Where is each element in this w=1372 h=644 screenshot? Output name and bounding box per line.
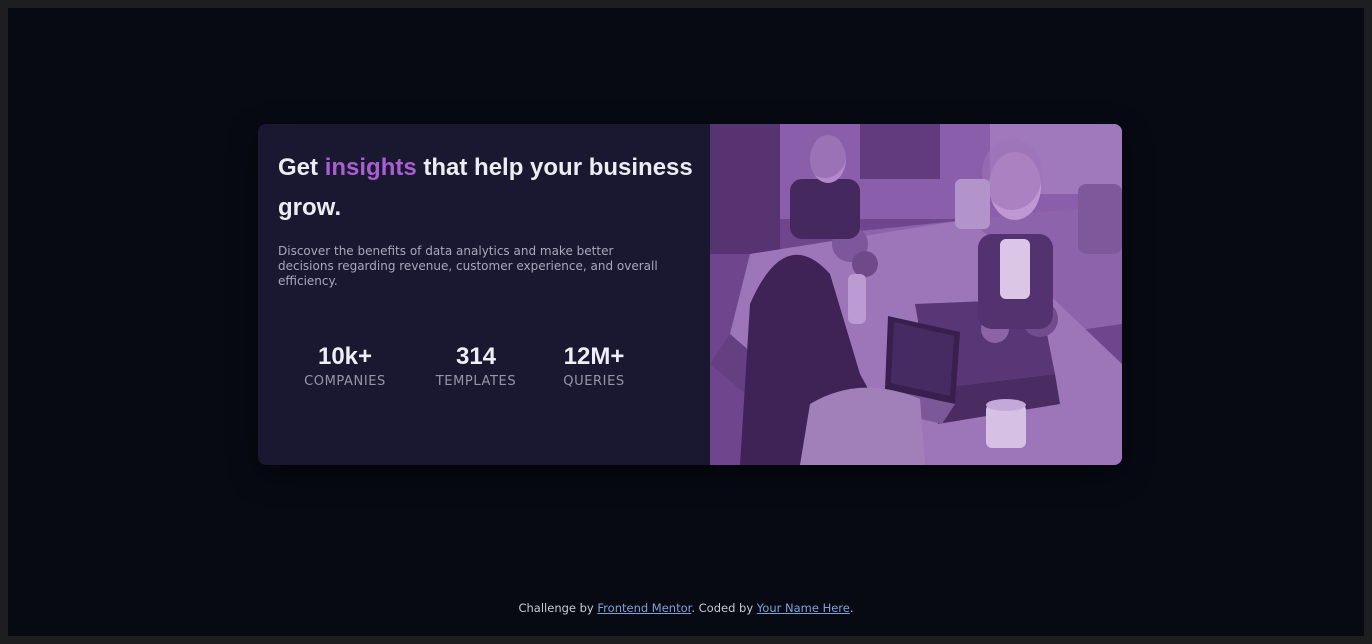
stat-value: 314 (455, 343, 497, 370)
stat-label: TEMPLATES (435, 374, 517, 389)
footer-suffix: . (849, 601, 854, 615)
frontend-mentor-link[interactable]: Frontend Mentor (597, 601, 691, 615)
card-description: Discover the benefits of data analytics … (278, 244, 658, 288)
footer-middle: . Coded by (691, 601, 757, 615)
stat-companies: 10k+ COMPANIES (299, 342, 391, 390)
stat-value: 12M+ (563, 343, 625, 370)
stats-preview-card: Get insights that help your business gro… (258, 124, 1122, 465)
headline-prefix: Get (278, 154, 325, 181)
card-text-panel: Get insights that help your business gro… (258, 124, 710, 465)
headline-accent: insights (324, 154, 417, 181)
stat-templates: 314 TEMPLATES (430, 342, 522, 390)
stat-label: COMPANIES (304, 374, 386, 389)
stats-row: 10k+ COMPANIES 314 TEMPLATES 12M+ QUERIE… (258, 342, 710, 402)
page-background: Get insights that help your business gro… (8, 8, 1364, 636)
stat-value: 10k+ (317, 343, 373, 370)
headline: Get insights that help your business gro… (278, 148, 698, 228)
stat-label: QUERIES (563, 374, 625, 389)
stat-queries: 12M+ QUERIES (554, 342, 634, 390)
attribution-footer: Challenge by Frontend Mentor. Coded by Y… (8, 601, 1364, 615)
office-photo (710, 124, 1122, 465)
footer-prefix: Challenge by (518, 601, 598, 615)
author-link[interactable]: Your Name Here (757, 601, 850, 615)
office-photo-illustration (710, 124, 1122, 465)
